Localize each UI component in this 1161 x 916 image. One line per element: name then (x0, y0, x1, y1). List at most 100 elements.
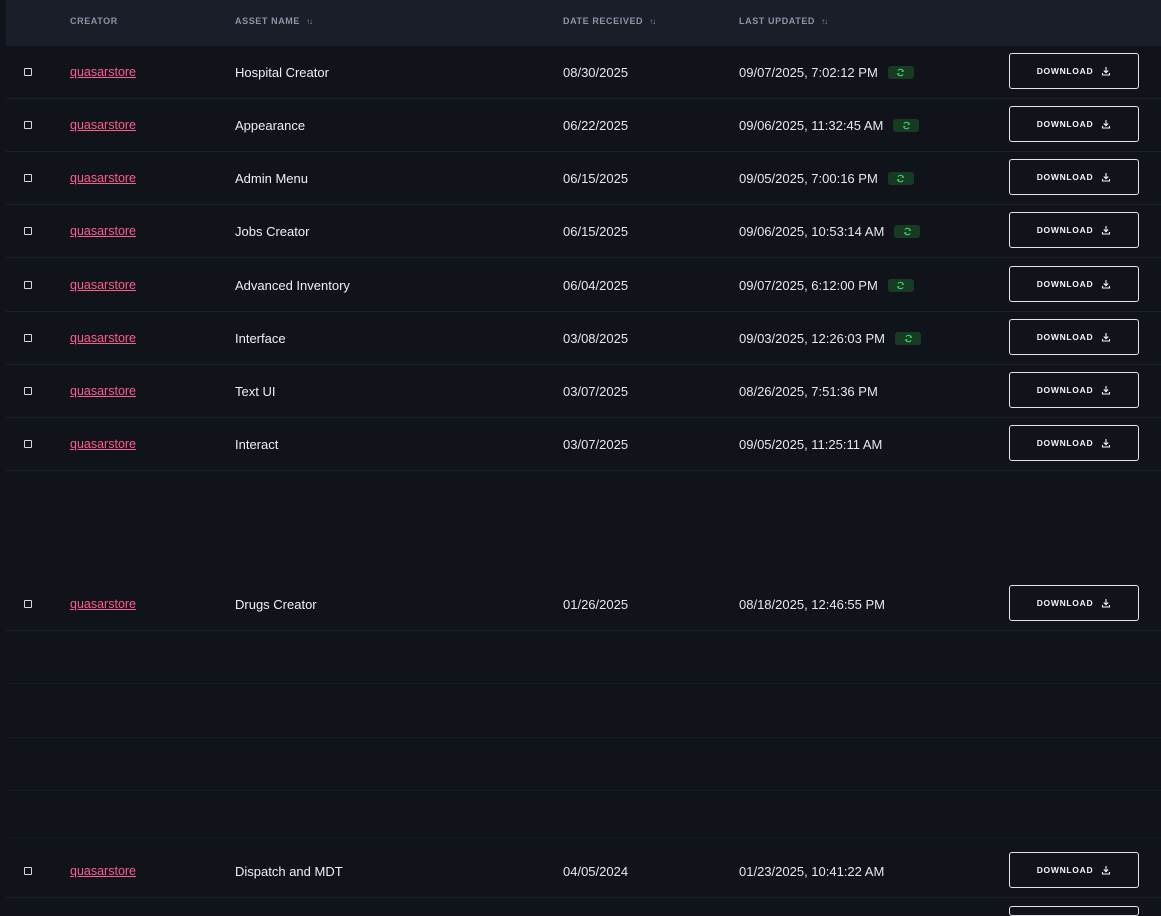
date-received: 06/15/2025 (563, 170, 629, 186)
download-button[interactable]: DOWNLOAD (1009, 53, 1139, 89)
download-icon (1102, 386, 1111, 395)
header-asset-name-label: ASSET NAME (235, 16, 301, 26)
creator-link[interactable]: quasarstore (70, 205, 136, 257)
update-badge (893, 118, 920, 132)
table-row: quasarstore Dispatch and MDT 04/05/2024 01/… (6, 845, 1161, 898)
download-button[interactable]: DOWNLOAD (1009, 585, 1139, 621)
download-button[interactable]: DOWNLOAD (1009, 159, 1139, 195)
creator-link[interactable]: quasarstore (70, 46, 136, 98)
creator-link[interactable]: quasarstore (70, 312, 136, 364)
download-icon (1102, 67, 1111, 76)
row-checkbox[interactable] (24, 227, 32, 235)
header-creator: CREATOR (70, 16, 118, 26)
asset-name: Advanced Inventory (235, 277, 350, 293)
refresh-icon (897, 281, 905, 289)
creator-link[interactable]: quasarstore (70, 152, 136, 204)
download-button[interactable]: DOWNLOAD (1009, 319, 1139, 355)
download-button-partial[interactable] (1009, 906, 1139, 916)
sort-icon[interactable]: ↑↓ (821, 17, 828, 26)
row-divider (6, 737, 1161, 738)
table-row: quasarstore Appearance 06/22/2025 09/06/202… (6, 99, 1161, 152)
table-row: quasarstore Drugs Creator 01/26/2025 08/18/… (6, 578, 1161, 631)
row-divider (6, 790, 1161, 791)
refresh-icon (897, 174, 905, 182)
date-received: 08/30/2025 (563, 64, 629, 80)
date-received: 04/05/2024 (563, 863, 629, 879)
download-button[interactable]: DOWNLOAD (1009, 212, 1139, 248)
table-row: quasarstore Jobs Creator 06/15/2025 09/06/2… (6, 205, 1161, 258)
last-updated-value: 08/18/2025, 12:46:55 PM (739, 596, 886, 612)
creator-link[interactable]: quasarstore (70, 99, 136, 151)
download-button[interactable]: DOWNLOAD (1009, 425, 1139, 461)
download-icon (1102, 280, 1111, 289)
refresh-icon (903, 227, 911, 235)
date-received: 06/15/2025 (563, 223, 629, 239)
row-divider (6, 683, 1161, 684)
download-icon (1102, 599, 1111, 608)
last-updated-value: 09/06/2025, 11:32:45 AM (739, 117, 884, 133)
update-badge (894, 224, 921, 238)
download-button-label: DOWNLOAD (1036, 66, 1094, 76)
last-updated-cell: 09/06/2025, 11:32:45 AM (739, 99, 920, 151)
download-icon (1102, 439, 1111, 448)
creator-link[interactable]: quasarstore (70, 845, 136, 897)
date-received: 03/07/2025 (563, 436, 629, 452)
row-checkbox[interactable] (24, 334, 32, 342)
row-divider (6, 837, 1161, 838)
header-last-updated[interactable]: LAST UPDATED ↑↓ (739, 16, 828, 26)
download-button[interactable]: DOWNLOAD (1009, 372, 1139, 408)
download-button[interactable]: DOWNLOAD (1009, 106, 1139, 142)
asset-name: Text UI (235, 383, 276, 399)
sort-icon[interactable]: ↑↓ (649, 17, 656, 26)
download-icon (1102, 333, 1111, 342)
table-row: quasarstore Hospital Creator 08/30/2025 09/… (6, 46, 1161, 99)
download-button-label: DOWNLOAD (1036, 172, 1094, 182)
last-updated-cell: 01/23/2025, 10:41:22 AM (739, 845, 884, 897)
download-button[interactable]: DOWNLOAD (1009, 852, 1139, 888)
header-date-received[interactable]: DATE RECEIVED ↑↓ (563, 16, 656, 26)
last-updated-cell: 09/07/2025, 6:12:00 PM (739, 259, 914, 311)
download-button-label: DOWNLOAD (1036, 279, 1094, 289)
asset-name: Appearance (235, 117, 306, 133)
download-icon (1102, 226, 1111, 235)
last-updated-cell: 09/03/2025, 12:26:03 PM (739, 312, 922, 364)
download-button-label: DOWNLOAD (1036, 598, 1094, 608)
row-checkbox[interactable] (24, 387, 32, 395)
table-row: quasarstore Advanced Inventory 06/04/2025 0… (6, 259, 1161, 312)
row-checkbox[interactable] (24, 281, 32, 289)
date-received: 01/26/2025 (563, 596, 629, 612)
header-asset-name[interactable]: ASSET NAME ↑↓ (235, 16, 313, 26)
last-updated-value: 09/07/2025, 7:02:12 PM (739, 64, 878, 80)
row-checkbox[interactable] (24, 440, 32, 448)
creator-link[interactable]: quasarstore (70, 259, 136, 311)
creator-link[interactable]: quasarstore (70, 365, 136, 417)
row-checkbox[interactable] (24, 600, 32, 608)
last-updated-value: 01/23/2025, 10:41:22 AM (739, 863, 885, 879)
update-badge (887, 278, 914, 292)
download-button[interactable]: DOWNLOAD (1009, 266, 1139, 302)
asset-name: Jobs Creator (235, 223, 310, 239)
row-checkbox[interactable] (24, 121, 32, 129)
assets-table: CREATOR ASSET NAME ↑↓ DATE RECEIVED ↑↓ L… (6, 0, 1161, 916)
refresh-icon (897, 68, 905, 76)
last-updated-cell: 09/05/2025, 7:00:16 PM (739, 152, 914, 204)
row-checkbox[interactable] (24, 68, 32, 76)
last-updated-cell: 08/18/2025, 12:46:55 PM (739, 578, 885, 630)
date-received: 03/08/2025 (563, 330, 629, 346)
download-button-label: DOWNLOAD (1036, 438, 1094, 448)
refresh-icon (902, 121, 911, 129)
sort-icon[interactable]: ↑↓ (306, 17, 313, 26)
last-updated-value: 09/05/2025, 11:25:11 AM (739, 436, 883, 452)
asset-name: Hospital Creator (235, 64, 329, 80)
refresh-icon (904, 334, 912, 342)
download-icon (1102, 120, 1111, 129)
download-button-label: DOWNLOAD (1036, 119, 1094, 129)
row-checkbox[interactable] (24, 867, 32, 875)
creator-link[interactable]: quasarstore (70, 418, 136, 470)
last-updated-value: 09/06/2025, 10:53:14 AM (739, 223, 885, 239)
last-updated-cell: 09/06/2025, 10:53:14 AM (739, 205, 921, 257)
row-checkbox[interactable] (24, 174, 32, 182)
update-badge (895, 331, 922, 345)
creator-link[interactable]: quasarstore (70, 578, 136, 630)
asset-name: Interface (235, 330, 286, 346)
